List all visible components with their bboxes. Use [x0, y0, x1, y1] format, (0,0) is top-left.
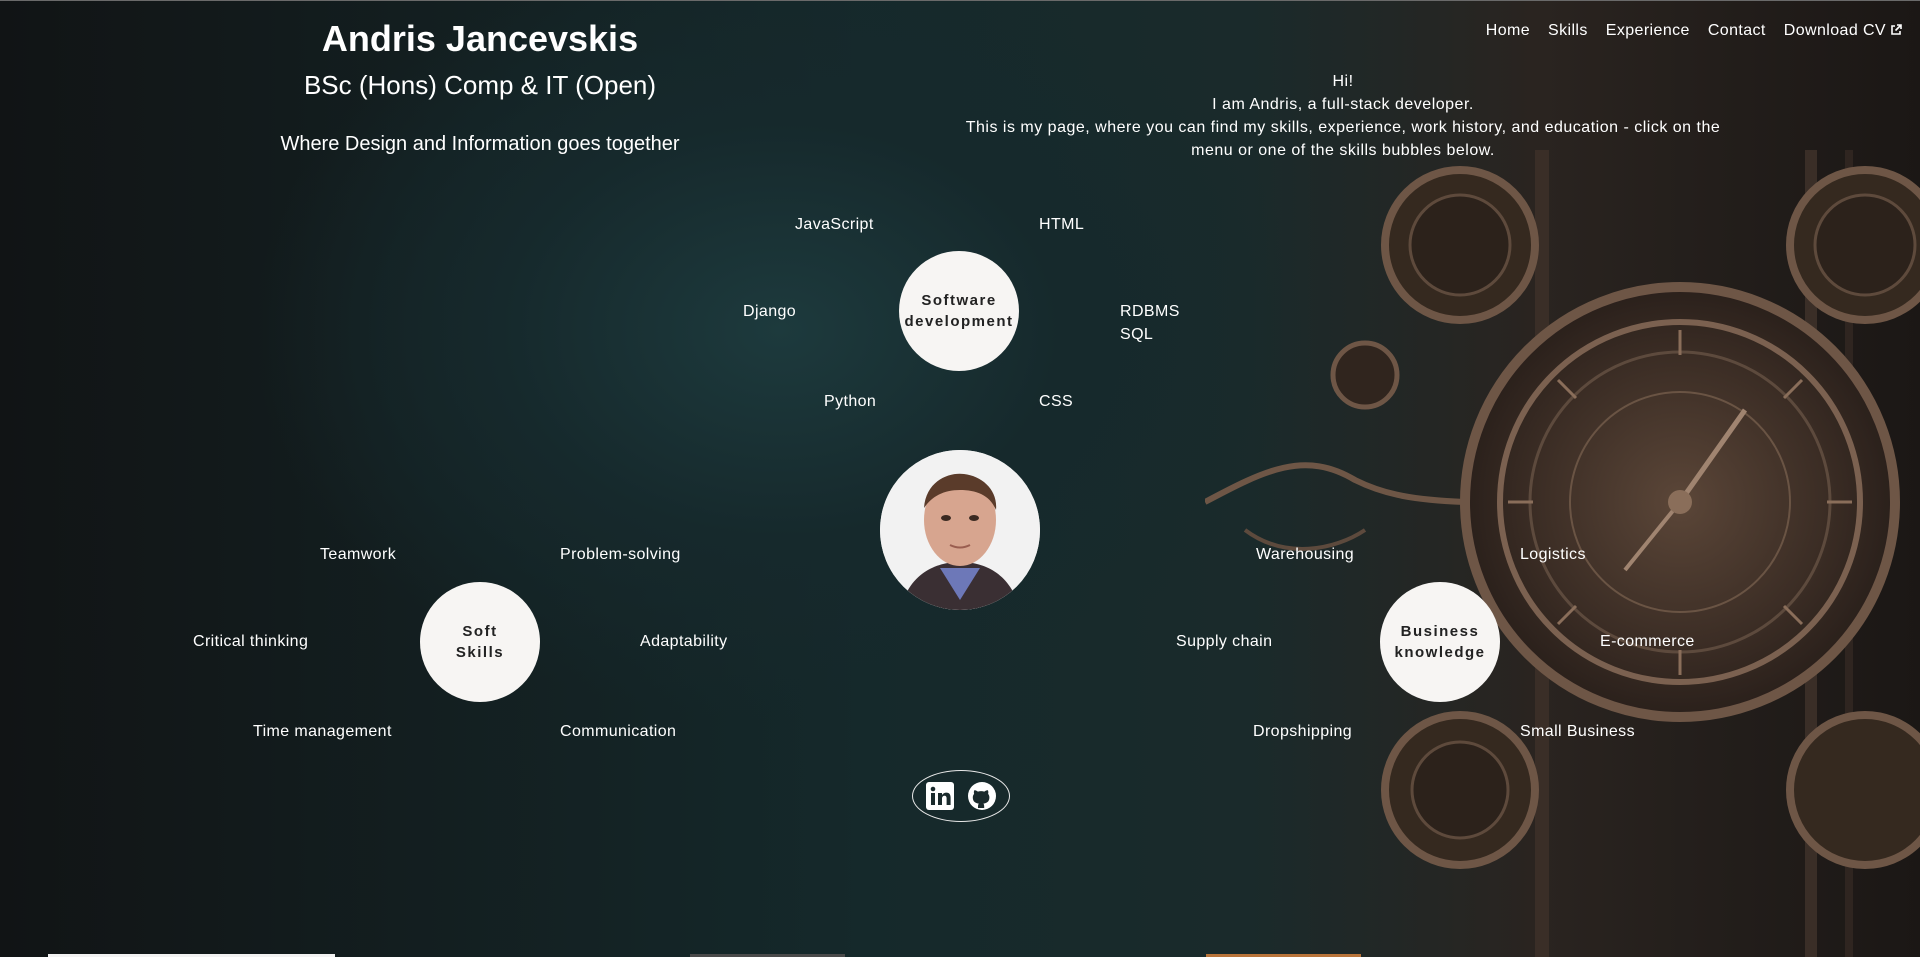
main-nav: Home Skills Experience Contact Download …: [1486, 22, 1902, 40]
bubble-label-line2: Skills: [455, 644, 505, 661]
site-owner-name: Andris Jancevskis: [321, 18, 639, 59]
skill-python: Python: [824, 393, 877, 410]
social-links: [912, 770, 1010, 822]
external-link-icon: [1891, 24, 1902, 35]
intro-role: I am Andris, a full-stack developer.: [1212, 96, 1474, 113]
bubble-label-line2: development: [904, 313, 1014, 330]
skill-teamwork: Teamwork: [320, 546, 397, 563]
skill-time-management: Time management: [253, 723, 392, 740]
skill-critical-thinking: Critical thinking: [193, 633, 309, 650]
intro-text: Hi! I am Andris, a full-stack developer.…: [958, 70, 1728, 162]
download-cv-label: Download CV: [1783, 22, 1886, 39]
skill-warehousing: Warehousing: [1256, 546, 1355, 563]
degree-title: BSc (Hons) Comp & IT (Open): [303, 70, 657, 100]
skill-dropshipping: Dropshipping: [1253, 723, 1353, 740]
bubble-label-line2: knowledge: [1394, 644, 1486, 661]
skill-django: Django: [743, 303, 797, 320]
skill-communication: Communication: [560, 723, 677, 740]
bubble-label-line1: Soft: [462, 623, 498, 640]
soft-skills-bubble[interactable]: Soft Skills: [420, 582, 540, 702]
skill-small-business: Small Business: [1520, 723, 1635, 740]
nav-contact[interactable]: Contact: [1708, 22, 1766, 40]
skill-supply-chain: Supply chain: [1176, 633, 1273, 650]
bubble-label-line1: Software: [921, 292, 997, 309]
nav-skills[interactable]: Skills: [1548, 22, 1588, 40]
skill-css: CSS: [1039, 393, 1074, 410]
nav-home[interactable]: Home: [1486, 22, 1530, 40]
top-border: [0, 0, 1920, 1]
nav-download-cv[interactable]: Download CV: [1784, 22, 1902, 40]
skill-javascript: JavaScript: [795, 216, 874, 233]
skill-logistics: Logistics: [1520, 546, 1586, 563]
profile-photo: [880, 450, 1040, 610]
intro-description: This is my page, where you can find my s…: [965, 119, 1721, 159]
linkedin-icon[interactable]: [925, 781, 955, 811]
bubble-label-line1: Business: [1400, 623, 1480, 640]
nav-experience[interactable]: Experience: [1606, 22, 1690, 40]
skill-problem-solving: Problem-solving: [560, 546, 681, 563]
skill-html: HTML: [1039, 216, 1085, 233]
skill-rdbms: RDBMS: [1120, 303, 1180, 320]
skill-e-commerce: E-commerce: [1600, 633, 1695, 650]
skill-adaptability: Adaptability: [640, 633, 728, 650]
business-knowledge-bubble[interactable]: Business knowledge: [1380, 582, 1500, 702]
skill-sql: SQL: [1120, 326, 1154, 343]
software-development-bubble[interactable]: Software development: [899, 251, 1019, 371]
tagline: Where Design and Information goes togeth…: [280, 133, 680, 155]
intro-greeting: Hi!: [1332, 73, 1354, 90]
github-icon[interactable]: [967, 781, 997, 811]
